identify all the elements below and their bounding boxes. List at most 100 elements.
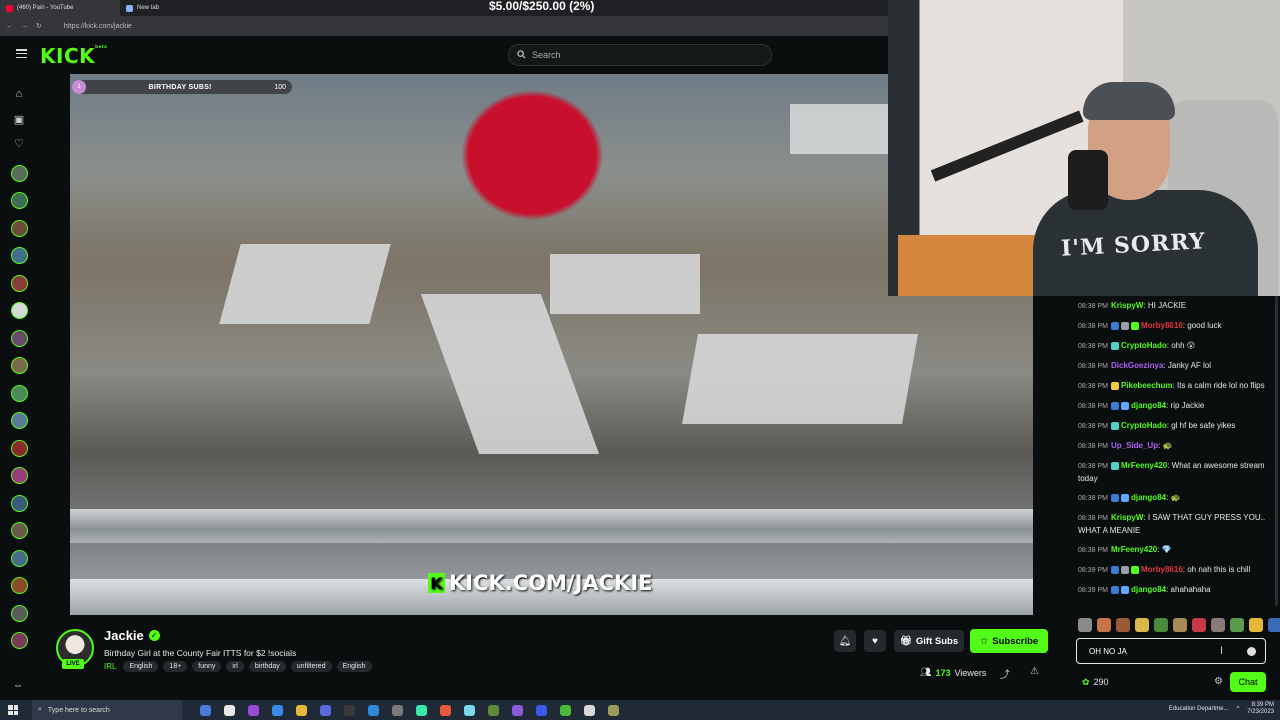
channel-points[interactable]: ✿ 290 — [1082, 677, 1109, 688]
followed-channel-avatar[interactable] — [11, 192, 28, 209]
tray-notification[interactable]: Education Departme... — [1169, 706, 1229, 712]
followed-channel-avatar[interactable] — [11, 247, 28, 264]
windows-start-icon[interactable] — [8, 705, 18, 715]
taskbar-app-icon[interactable] — [488, 704, 499, 716]
tag[interactable]: funny — [192, 661, 222, 672]
taskbar-app-icon[interactable] — [224, 704, 235, 716]
emote-icon[interactable] — [1230, 618, 1244, 632]
followed-channel-avatar[interactable] — [11, 577, 28, 594]
followed-channel-avatar[interactable] — [11, 385, 28, 402]
tag[interactable]: English — [123, 661, 159, 672]
followed-channel-avatar[interactable] — [11, 632, 28, 649]
tag[interactable]: birthday — [248, 661, 286, 672]
menu-icon[interactable] — [16, 49, 27, 58]
gift-subs-button[interactable]: 🎁︎ Gift Subs — [894, 630, 964, 652]
chat-username[interactable]: Pikebeechum — [1121, 381, 1173, 390]
chat-username[interactable]: KrispyW — [1111, 513, 1143, 522]
taskbar-app-icon[interactable] — [608, 704, 619, 716]
followed-channel-avatar[interactable] — [11, 605, 28, 622]
taskbar-app-icon[interactable] — [296, 704, 307, 716]
emoji-picker-icon[interactable] — [1247, 647, 1256, 656]
tag[interactable]: 18+ — [163, 661, 188, 672]
followed-channel-avatar[interactable] — [11, 522, 28, 539]
taskbar-app-icon[interactable] — [320, 704, 331, 716]
chat-username[interactable]: CryptoHado — [1121, 421, 1167, 430]
follow-heart-button[interactable]: ♥ — [864, 630, 886, 652]
chat-username[interactable]: KrispyW — [1111, 301, 1143, 310]
chat-username[interactable]: MrFeeny420 — [1121, 461, 1167, 470]
followed-channel-avatar[interactable] — [11, 357, 28, 374]
search-input[interactable]: Search — [508, 44, 772, 66]
report-icon[interactable]: ⚠ — [1030, 666, 1039, 677]
taskbar-app-icon[interactable] — [392, 704, 403, 716]
taskbar-app-icon[interactable] — [536, 704, 547, 716]
subscribe-button[interactable]: ☆ Subscribe — [970, 629, 1048, 653]
taskbar-app-icon[interactable] — [560, 704, 571, 716]
emote-icon[interactable] — [1097, 618, 1111, 632]
taskbar-search[interactable]: ⌕ Type here to search — [32, 700, 182, 720]
emote-icon[interactable] — [1211, 618, 1225, 632]
emote-icon[interactable] — [1173, 618, 1187, 632]
notification-bell-button[interactable]: 🔔︎ — [834, 630, 856, 652]
taskbar-clock[interactable]: 8:39 PM 7/23/2023 — [1247, 702, 1274, 716]
chat-username[interactable]: django84 — [1131, 493, 1166, 502]
chat-username[interactable]: MrFeeny420 — [1111, 545, 1157, 554]
taskbar-app-icon[interactable] — [416, 704, 427, 716]
browse-icon[interactable]: ▣ — [13, 114, 25, 126]
kick-logo[interactable]: KICKbeta — [40, 44, 107, 68]
followed-channel-avatar[interactable] — [11, 302, 28, 319]
taskbar-app-icon[interactable] — [248, 704, 259, 716]
chat-username[interactable]: django84 — [1131, 585, 1166, 594]
emote-icon[interactable] — [1192, 618, 1206, 632]
followed-channel-avatar[interactable] — [11, 440, 28, 457]
browser-tab-new[interactable]: New tab — [120, 0, 165, 16]
chat-scrollbar[interactable] — [1275, 296, 1278, 606]
forward-icon[interactable]: → — [21, 23, 28, 30]
emote-icon[interactable] — [1116, 618, 1130, 632]
chat-username[interactable]: CryptoHado — [1121, 341, 1167, 350]
category-link[interactable]: IRL — [104, 662, 116, 671]
channel-name[interactable]: Jackie ✓ — [104, 628, 160, 643]
taskbar-app-icon[interactable] — [344, 704, 355, 716]
gear-icon[interactable]: ⚙ — [1214, 676, 1223, 687]
followed-channel-avatar[interactable] — [11, 412, 28, 429]
back-icon[interactable]: ← — [6, 23, 13, 30]
followed-channel-avatar[interactable] — [11, 220, 28, 237]
taskbar-app-icon[interactable] — [464, 704, 475, 716]
followed-channel-avatar[interactable] — [11, 495, 28, 512]
followed-channel-avatar[interactable] — [11, 165, 28, 182]
tag[interactable]: irl — [226, 661, 244, 672]
chat-username[interactable]: django84 — [1131, 401, 1166, 410]
address-bar[interactable]: ← → ↻ https://kick.com/jackie — [0, 16, 888, 36]
expand-sidebar-icon[interactable]: ⇔ — [13, 680, 23, 691]
followed-channel-avatar[interactable] — [11, 330, 28, 347]
followed-channel-avatar[interactable] — [11, 275, 28, 292]
chat-send-button[interactable]: Chat — [1230, 672, 1266, 692]
tray-chevron-up-icon[interactable]: ^ — [1236, 706, 1239, 712]
url-text[interactable]: https://kick.com/jackie — [64, 23, 132, 30]
emote-icon[interactable] — [1154, 618, 1168, 632]
chat-username[interactable]: DickGoezinya — [1111, 361, 1163, 370]
taskbar-app-icon[interactable] — [368, 704, 379, 716]
chat-username[interactable]: Morby8616 — [1141, 321, 1183, 330]
chat-username[interactable]: Up_Side_Up — [1111, 441, 1158, 450]
followed-channel-avatar[interactable] — [11, 467, 28, 484]
emote-icon[interactable] — [1078, 618, 1092, 632]
share-icon[interactable]: ⤴ — [1000, 666, 1010, 681]
taskbar-app-icon[interactable] — [584, 704, 595, 716]
browser-tab-youtube[interactable]: (460) Pain - YouTube — [0, 0, 120, 16]
chat-username[interactable]: Morby8616 — [1141, 565, 1183, 574]
taskbar-app-icon[interactable] — [440, 704, 451, 716]
following-heart-icon[interactable]: ♡ — [13, 138, 25, 150]
followed-channel-avatar[interactable] — [11, 550, 28, 567]
tag[interactable]: English — [336, 661, 372, 672]
emote-icon[interactable] — [1135, 618, 1149, 632]
taskbar-app-icon[interactable] — [272, 704, 283, 716]
tag[interactable]: unfiltered — [290, 661, 332, 672]
emote-icon[interactable] — [1268, 618, 1280, 632]
emote-icon[interactable] — [1249, 618, 1263, 632]
chat-input[interactable]: OH NO JA I — [1076, 638, 1266, 664]
reload-icon[interactable]: ↻ — [36, 22, 42, 30]
taskbar-app-icon[interactable] — [200, 704, 211, 716]
home-icon[interactable]: ⌂ — [13, 88, 25, 100]
